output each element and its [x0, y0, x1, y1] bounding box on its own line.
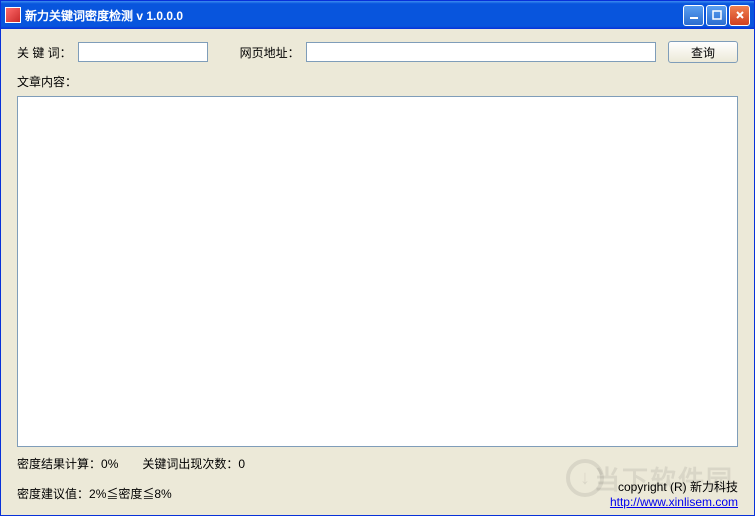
window-controls: [683, 5, 750, 26]
textarea-wrap: [17, 96, 738, 447]
density-result-value: 0%: [101, 457, 118, 471]
footer-row: 密度建议值：2%≦密度≦8% copyright (R) 新力科技 http:/…: [17, 478, 738, 509]
keyword-count-label: 关键词出现次数：: [142, 457, 238, 471]
website-link[interactable]: http://www.xinlisem.com: [610, 495, 738, 509]
maximize-button[interactable]: [706, 5, 727, 26]
content-area: 关 键 词： 网页地址： 查询 文章内容： 密度结果计算：0% 关键词出现次数：…: [1, 29, 754, 515]
content-textarea[interactable]: [17, 96, 738, 447]
keyword-count-value: 0: [238, 457, 245, 471]
recommend-label: 密度建议值：: [17, 487, 89, 501]
recommend-value: 2%≦密度≦8%: [89, 487, 172, 501]
content-label-row: 文章内容：: [17, 73, 738, 90]
app-icon: [5, 7, 21, 23]
keyword-count: 关键词出现次数：0: [142, 455, 245, 472]
window-title: 新力关键词密度检测 v 1.0.0.0: [25, 7, 683, 24]
input-row: 关 键 词： 网页地址： 查询: [17, 41, 738, 63]
url-label: 网页地址：: [240, 44, 300, 61]
keyword-label: 关 键 词：: [17, 44, 72, 61]
query-button[interactable]: 查询: [668, 41, 738, 63]
status-row-1: 密度结果计算：0% 关键词出现次数：0: [17, 455, 738, 472]
density-result-label: 密度结果计算：: [17, 457, 101, 471]
titlebar: 新力关键词密度检测 v 1.0.0.0: [1, 1, 754, 29]
keyword-input[interactable]: [78, 42, 208, 62]
copyright-text: copyright (R) 新力科技: [618, 480, 738, 494]
density-recommend: 密度建议值：2%≦密度≦8%: [17, 485, 172, 502]
app-window: 新力关键词密度检测 v 1.0.0.0 关 键 词： 网页地址： 查询 文章内容…: [0, 0, 755, 516]
density-result: 密度结果计算：0%: [17, 455, 118, 472]
copyright-block: copyright (R) 新力科技 http://www.xinlisem.c…: [610, 478, 738, 509]
content-label: 文章内容：: [17, 75, 77, 89]
url-input[interactable]: [306, 42, 656, 62]
close-button[interactable]: [729, 5, 750, 26]
minimize-button[interactable]: [683, 5, 704, 26]
